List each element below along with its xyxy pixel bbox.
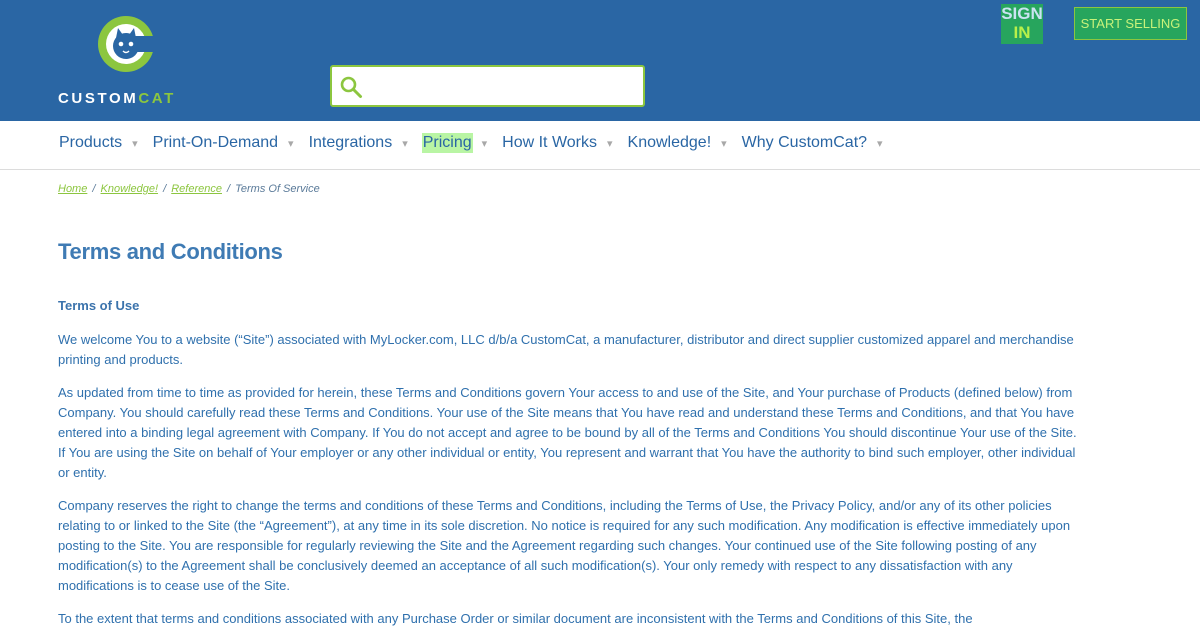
nav-item-integrations[interactable]: Integrations ▾: [308, 133, 408, 153]
nav-item-pricing[interactable]: Pricing ▾: [421, 133, 488, 153]
site-header: CUSTOMCAT SIGN IN START SELLING: [0, 0, 1200, 121]
caret-down-icon: ▾: [402, 137, 408, 150]
cat-logo-icon: [98, 16, 156, 72]
nav-item-why-customcat[interactable]: Why CustomCat? ▾: [741, 133, 883, 153]
breadcrumb-separator: /: [92, 183, 96, 195]
nav-item-knowledge[interactable]: Knowledge! ▾: [627, 133, 727, 153]
sign-in-line2: IN: [1013, 23, 1031, 42]
caret-down-icon: ▾: [132, 137, 138, 150]
terms-content: Terms of Use We welcome You to a website…: [58, 296, 1083, 642]
nav-item-how-it-works[interactable]: How It Works ▾: [501, 133, 612, 153]
caret-down-icon: ▾: [288, 137, 294, 150]
nav-item-label: How It Works: [502, 134, 597, 151]
search-input[interactable]: [372, 71, 637, 101]
nav-item-products[interactable]: Products ▾: [58, 133, 138, 153]
sign-in-line1: SIGN: [1001, 4, 1043, 23]
logo-word-cat: CAT: [138, 90, 176, 107]
nav-list: Products ▾ Print-On-Demand ▾ Integration…: [58, 133, 897, 153]
caret-down-icon: ▾: [481, 137, 488, 150]
nav-item-label: Pricing: [421, 133, 473, 153]
section-heading: Terms of Use: [58, 298, 140, 313]
sign-in-button[interactable]: SIGN IN: [1001, 4, 1043, 44]
nav-item-label: Integrations: [308, 134, 393, 151]
search-box[interactable]: [330, 65, 645, 107]
caret-down-icon: ▾: [877, 137, 883, 150]
nav-item-print-on-demand[interactable]: Print-On-Demand ▾: [152, 133, 294, 153]
page-title: Terms and Conditions: [58, 239, 283, 264]
nav-item-label: Why CustomCat?: [741, 134, 868, 151]
start-selling-button[interactable]: START SELLING: [1074, 7, 1187, 40]
breadcrumb-current: Terms Of Service: [235, 183, 320, 195]
nav-item-label: Knowledge!: [627, 134, 712, 151]
breadcrumb-home-link[interactable]: Home: [58, 183, 87, 195]
caret-down-icon: ▾: [721, 137, 727, 150]
nav-item-label: Products: [59, 134, 123, 151]
breadcrumb-knowledge-link[interactable]: Knowledge!: [101, 183, 159, 195]
breadcrumb-separator: /: [163, 183, 167, 195]
search-icon[interactable]: [339, 75, 363, 99]
breadcrumb-separator: /: [227, 183, 231, 195]
breadcrumb-reference-link[interactable]: Reference: [171, 183, 222, 195]
customcat-logo[interactable]: CUSTOMCAT: [58, 14, 198, 110]
terms-paragraph: We welcome You to a website (“Site”) ass…: [58, 332, 1074, 367]
terms-paragraph: To the extent that terms and conditions …: [58, 611, 973, 626]
terms-paragraph: As updated from time to time as provided…: [58, 385, 1077, 480]
terms-paragraph: Company reserves the right to change the…: [58, 498, 1071, 593]
main-nav: Products ▾ Print-On-Demand ▾ Integration…: [0, 121, 1200, 170]
logo-word-custom: CUSTOM: [58, 90, 139, 107]
caret-down-icon: ▾: [606, 137, 613, 150]
logo-wordmark: CUSTOMCAT: [58, 90, 176, 107]
breadcrumb: Home / Knowledge! / Reference / Terms Of…: [58, 183, 320, 195]
nav-item-label: Print-On-Demand: [152, 134, 279, 151]
